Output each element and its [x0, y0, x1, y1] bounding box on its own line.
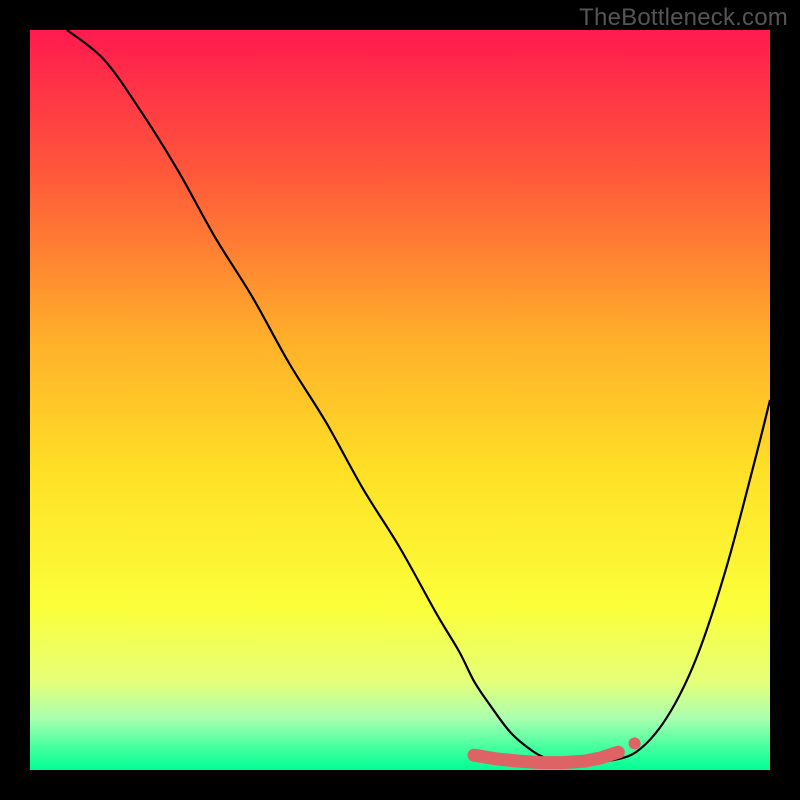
watermark-text: TheBottleneck.com — [579, 4, 788, 32]
chart-frame: TheBottleneck.com — [0, 0, 800, 800]
min-band-end-dot — [629, 737, 641, 749]
gradient-background — [30, 30, 770, 770]
bottleneck-chart — [30, 30, 770, 770]
plot-area — [30, 30, 770, 770]
